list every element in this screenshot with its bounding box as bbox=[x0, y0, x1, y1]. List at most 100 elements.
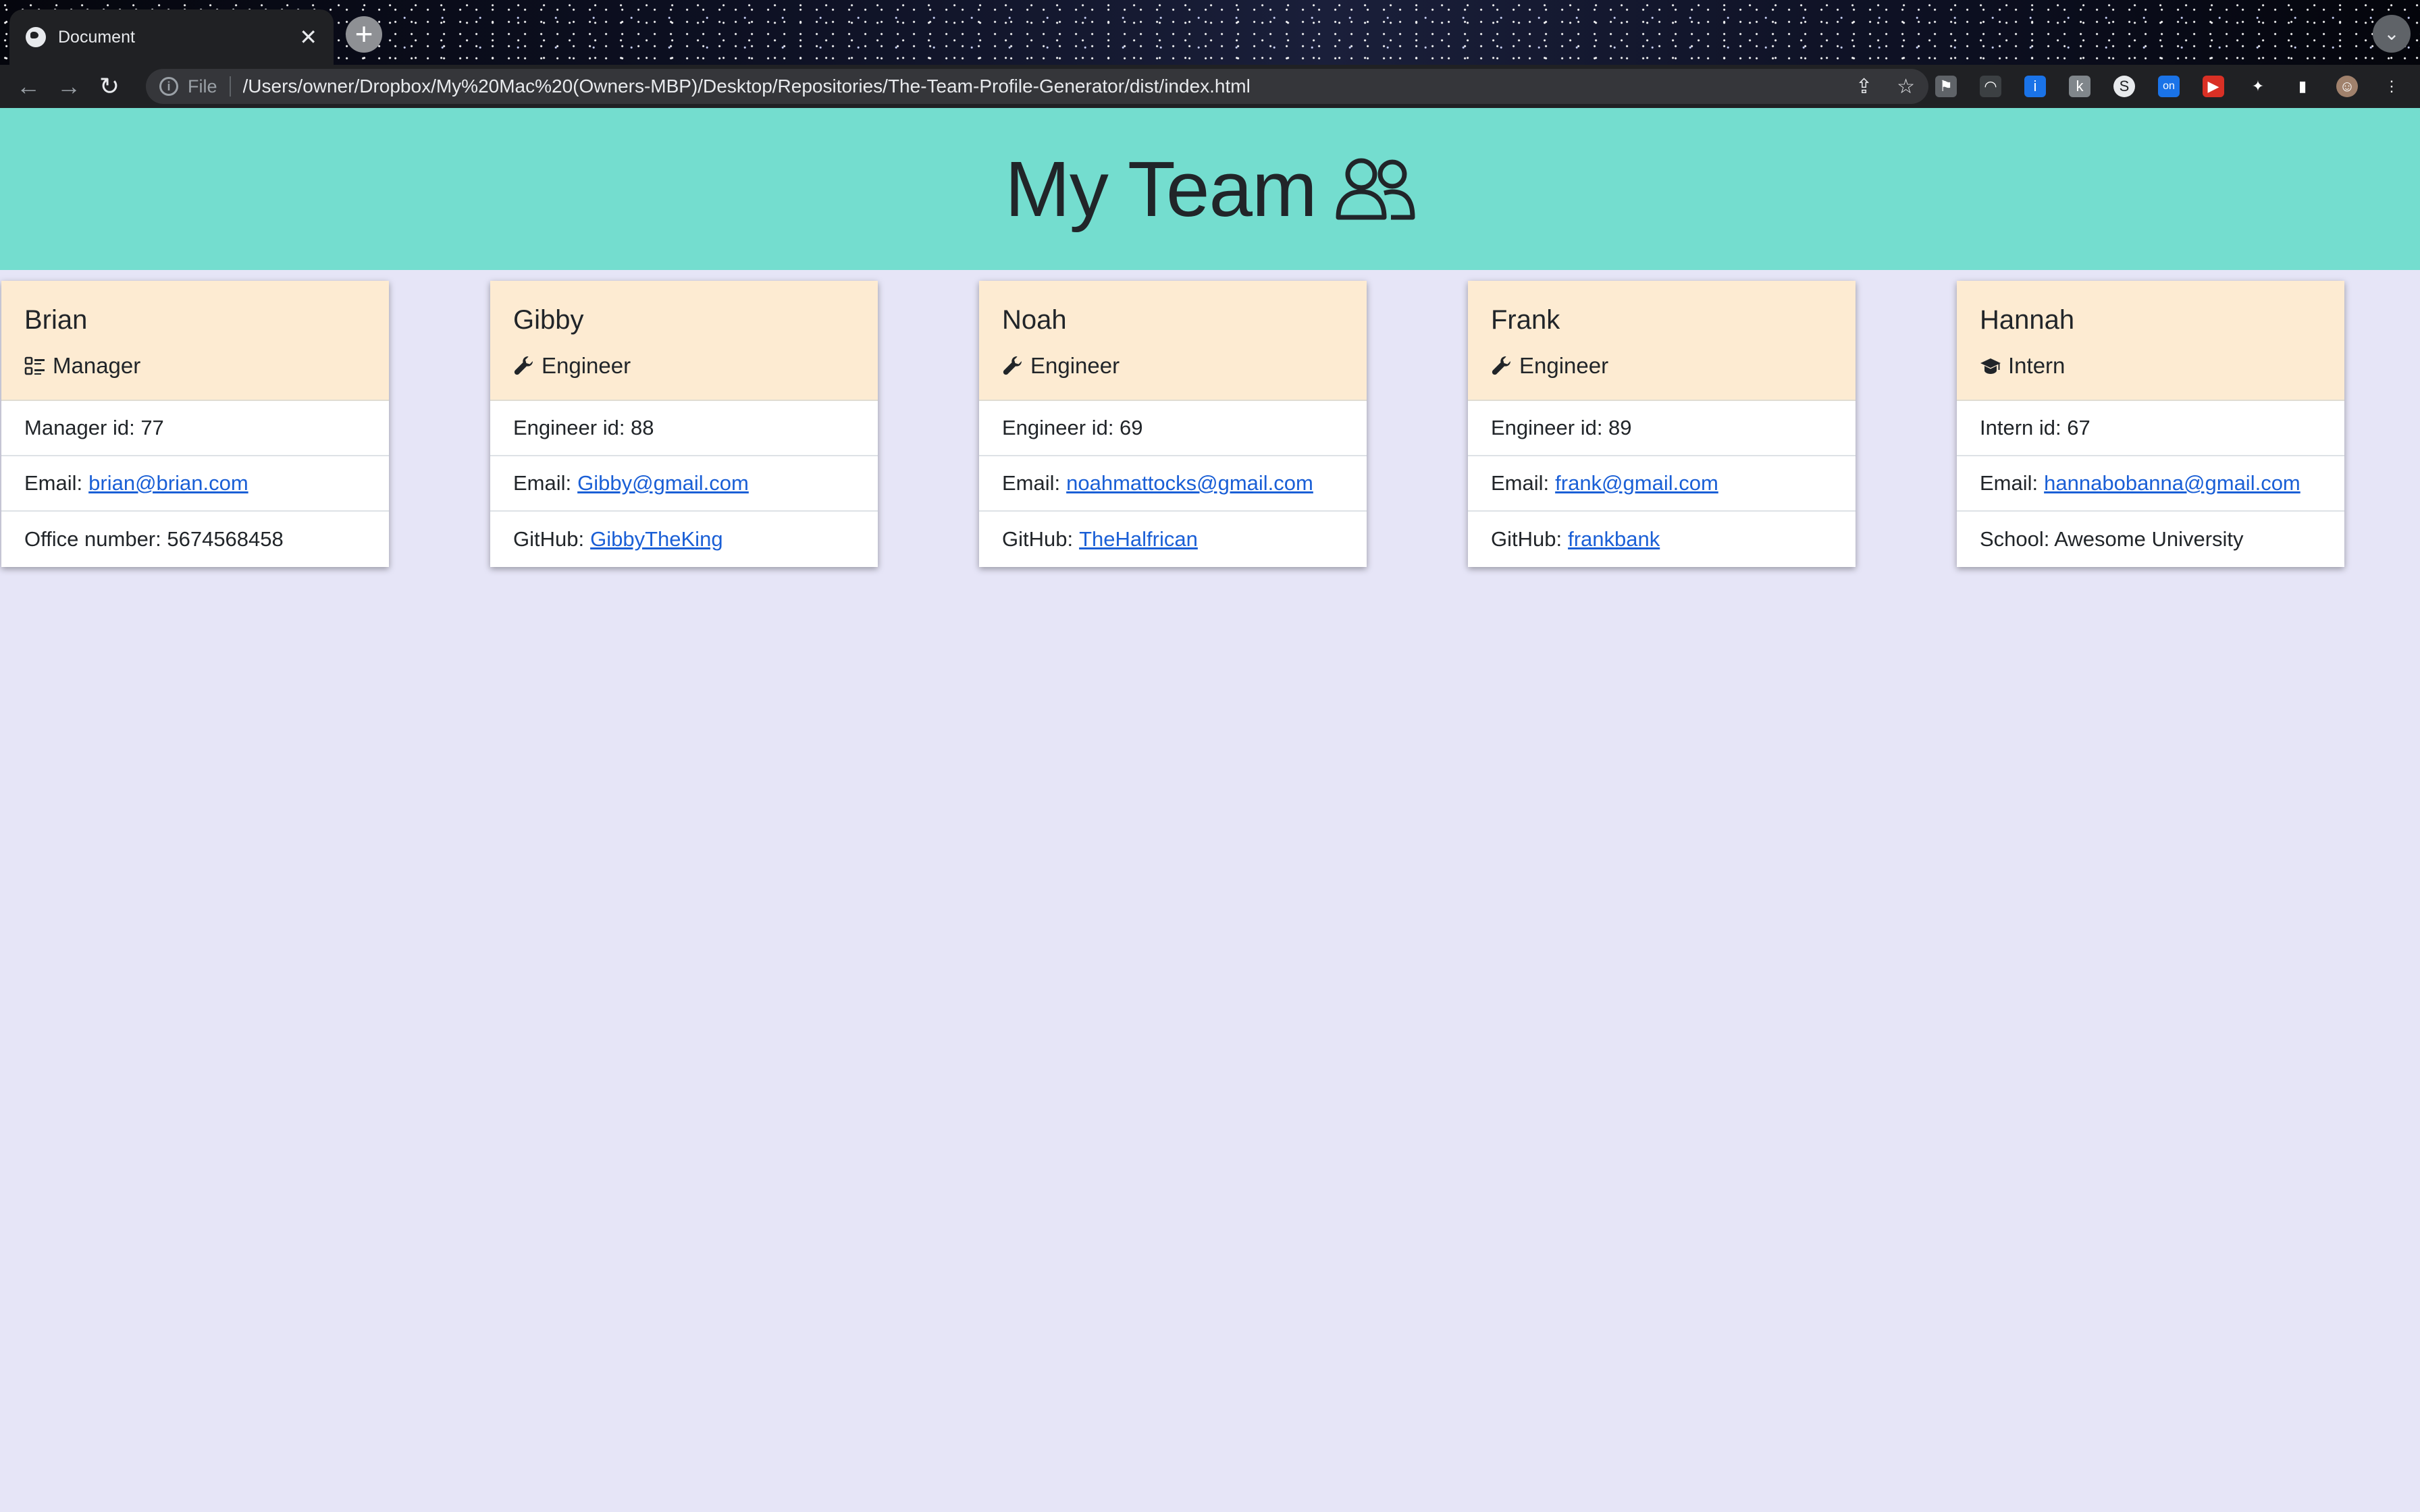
employee-id: Manager id: 77 bbox=[1, 401, 389, 456]
browser-tabstrip: Document ✕ + ⌄ bbox=[0, 0, 2420, 65]
share-icon[interactable]: ⇪ bbox=[1856, 75, 1872, 99]
employee-email: Email: brian@brian.com bbox=[1, 456, 389, 512]
github-label: GitHub: bbox=[1002, 527, 1074, 551]
new-tab-button[interactable]: + bbox=[346, 16, 382, 53]
card-header: Gibby Engineer bbox=[490, 281, 878, 401]
extension-icon[interactable]: i bbox=[2024, 76, 2046, 97]
github: GitHub: TheHalfrican bbox=[979, 512, 1367, 567]
card-header: Frank Engineer bbox=[1468, 281, 1856, 401]
graduation-cap-icon bbox=[1980, 358, 2001, 374]
card-header: Hannah Intern bbox=[1957, 281, 2344, 401]
employee-role: Manager bbox=[24, 353, 366, 379]
role-label: Engineer bbox=[542, 353, 631, 378]
github: GitHub: GibbyTheKing bbox=[490, 512, 878, 567]
email-label: Email: bbox=[24, 471, 83, 495]
browser-tab[interactable]: Document ✕ bbox=[9, 9, 334, 65]
extension-icon[interactable]: S bbox=[2113, 76, 2135, 97]
url-text[interactable]: /Users/owner/Dropbox/My%20Mac%20(Owners-… bbox=[243, 76, 1831, 97]
info-icon[interactable]: i bbox=[159, 77, 178, 96]
wrench-icon bbox=[1492, 356, 1510, 375]
page-title: My Team bbox=[1005, 145, 1317, 233]
employee-card-gibby: Gibby Engineer Engineer id: 88 Email: Gib… bbox=[490, 281, 878, 567]
email-link[interactable]: noahmattocks@gmail.com bbox=[1066, 471, 1313, 495]
avatar[interactable]: ☺ bbox=[2336, 76, 2358, 97]
divider bbox=[229, 76, 231, 97]
tab-search-button[interactable]: ⌄ bbox=[2373, 15, 2411, 53]
id-text: Intern id: 67 bbox=[1980, 416, 2090, 439]
globe-icon bbox=[26, 27, 46, 47]
employee-id: Intern id: 67 bbox=[1957, 401, 2344, 456]
wrench-icon bbox=[514, 356, 533, 375]
id-text: Engineer id: 88 bbox=[513, 416, 654, 439]
employee-name: Frank bbox=[1491, 305, 1560, 335]
employee-role: Engineer bbox=[1491, 353, 1833, 379]
employee-role: Intern bbox=[1980, 353, 2321, 379]
github-link[interactable]: GibbyTheKing bbox=[590, 527, 722, 551]
employee-id: Engineer id: 88 bbox=[490, 401, 878, 456]
employee-role: Engineer bbox=[1002, 353, 1344, 379]
employee-email: Email: hannabobanna@gmail.com bbox=[1957, 456, 2344, 512]
role-label: Manager bbox=[53, 353, 141, 378]
email-label: Email: bbox=[1002, 471, 1061, 495]
extension-icon[interactable]: ◠ bbox=[1980, 76, 2001, 97]
employee-id: Engineer id: 69 bbox=[979, 401, 1367, 456]
role-label: Engineer bbox=[1030, 353, 1120, 378]
puzzle-icon[interactable]: ✦ bbox=[2247, 76, 2269, 97]
github: GitHub: frankbank bbox=[1468, 512, 1856, 567]
employee-email: Email: noahmattocks@gmail.com bbox=[979, 456, 1367, 512]
reload-icon[interactable]: ↻ bbox=[89, 72, 130, 101]
list-check-icon bbox=[24, 356, 45, 375]
forward-arrow-icon[interactable]: → bbox=[49, 72, 89, 101]
tab-title: Document bbox=[58, 27, 135, 47]
people-icon bbox=[1336, 158, 1415, 220]
employee-card-noah: Noah Engineer Engineer id: 69 Email: noah… bbox=[979, 281, 1367, 567]
extension-icon[interactable]: ▶ bbox=[2203, 76, 2224, 97]
extension-icon[interactable]: on bbox=[2158, 76, 2180, 97]
star-icon[interactable]: ☆ bbox=[1897, 75, 1915, 99]
email-link[interactable]: frank@gmail.com bbox=[1555, 471, 1718, 495]
scheme-label: File bbox=[188, 76, 217, 97]
address-bar[interactable]: i File /Users/owner/Dropbox/My%20Mac%20(… bbox=[146, 69, 1928, 104]
extension-icon[interactable]: ⚑ bbox=[1935, 76, 1957, 97]
office-number-text: Office number: 5674568458 bbox=[24, 527, 284, 551]
page-header: My Team bbox=[0, 108, 2420, 270]
employee-role: Engineer bbox=[513, 353, 855, 379]
role-label: Engineer bbox=[1519, 353, 1609, 378]
back-arrow-icon[interactable]: ← bbox=[8, 72, 49, 101]
employee-email: Email: Gibby@gmail.com bbox=[490, 456, 878, 512]
github-label: GitHub: bbox=[513, 527, 585, 551]
school-text: School: Awesome University bbox=[1980, 527, 2244, 551]
id-text: Engineer id: 69 bbox=[1002, 416, 1143, 439]
role-label: Intern bbox=[2008, 353, 2066, 378]
employee-name: Brian bbox=[24, 305, 88, 335]
id-text: Engineer id: 89 bbox=[1491, 416, 1632, 439]
card-header: Brian Manager bbox=[1, 281, 389, 401]
employee-card-frank: Frank Engineer Engineer id: 89 Email: fra… bbox=[1468, 281, 1856, 567]
more-menu-icon[interactable]: ⋮ bbox=[2381, 76, 2402, 97]
extensions-bar: ⚑ ◠ i k S on ▶ ✦ ▮ ☺ ⋮ bbox=[1935, 65, 2402, 108]
employee-id: Engineer id: 89 bbox=[1468, 401, 1856, 456]
close-tab-icon[interactable]: ✕ bbox=[299, 26, 317, 48]
wrench-icon bbox=[1003, 356, 1022, 375]
email-link[interactable]: hannabobanna@gmail.com bbox=[2044, 471, 2300, 495]
extension-icon[interactable]: k bbox=[2069, 76, 2090, 97]
email-label: Email: bbox=[1980, 471, 2038, 495]
employee-card-hannah: Hannah Intern Intern id: 67 Email: hannab… bbox=[1957, 281, 2344, 567]
github-link[interactable]: frankbank bbox=[1568, 527, 1660, 551]
email-link[interactable]: brian@brian.com bbox=[88, 471, 248, 495]
card-header: Noah Engineer bbox=[979, 281, 1367, 401]
browser-toolbar: ← → ↻ i File /Users/owner/Dropbox/My%20M… bbox=[0, 65, 2420, 108]
email-label: Email: bbox=[1491, 471, 1550, 495]
email-link[interactable]: Gibby@gmail.com bbox=[577, 471, 749, 495]
school: School: Awesome University bbox=[1957, 512, 2344, 567]
id-text: Manager id: 77 bbox=[24, 416, 164, 439]
employee-name: Gibby bbox=[513, 305, 584, 335]
employee-card-brian: Brian Manager Manager id: 77 Email: brian… bbox=[1, 281, 389, 567]
employee-name: Noah bbox=[1002, 305, 1067, 335]
github-link[interactable]: TheHalfrican bbox=[1079, 527, 1198, 551]
sidebar-icon[interactable]: ▮ bbox=[2292, 76, 2313, 97]
employee-email: Email: frank@gmail.com bbox=[1468, 456, 1856, 512]
office-number: Office number: 5674568458 bbox=[1, 512, 389, 567]
github-label: GitHub: bbox=[1491, 527, 1562, 551]
employee-name: Hannah bbox=[1980, 305, 2075, 335]
